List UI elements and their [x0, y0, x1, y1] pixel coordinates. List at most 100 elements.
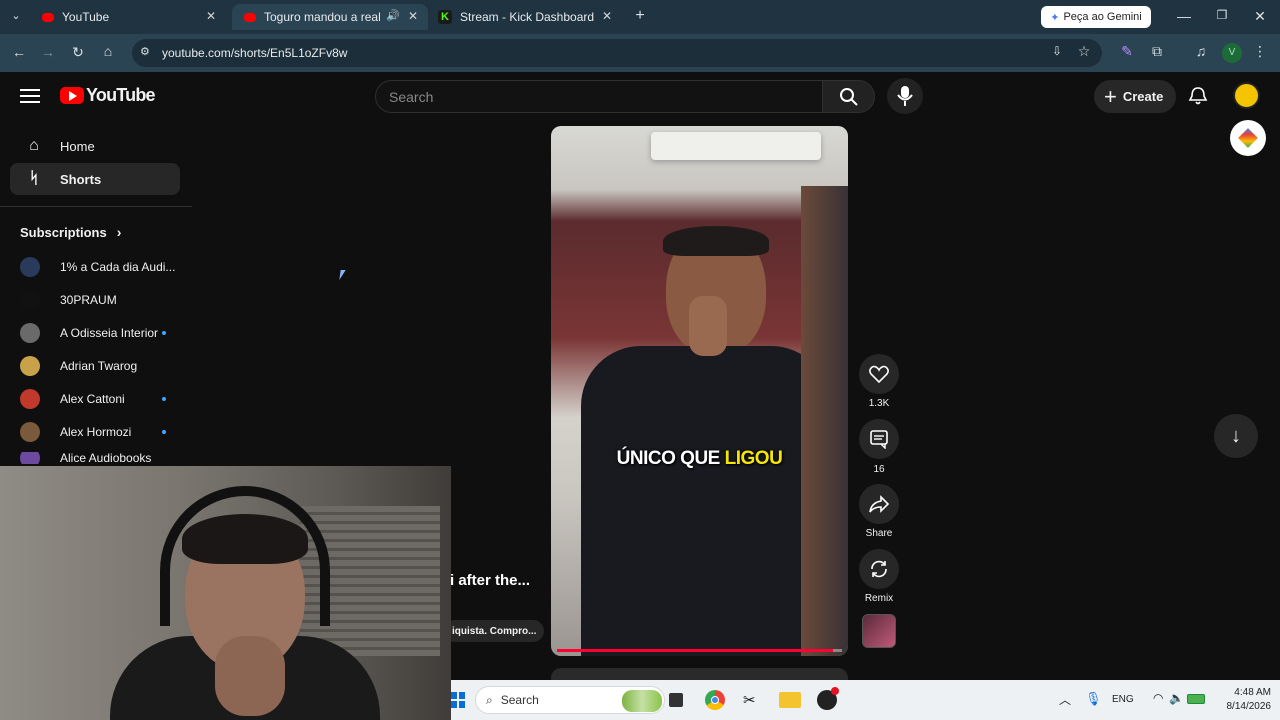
comment-icon: [870, 430, 888, 449]
tab-youtube[interactable]: YouTube ✕: [30, 4, 226, 30]
close-window-icon[interactable]: ✕: [1250, 8, 1270, 25]
search-highlight-image: [622, 690, 662, 712]
caption-yellow-text: LIGOU: [724, 448, 783, 469]
reload-icon[interactable]: ↻: [68, 44, 88, 61]
short-video-player[interactable]: ÚNICO QUE LIGOU: [551, 126, 848, 656]
plus-icon: +: [1104, 83, 1117, 109]
bookmark-star-icon[interactable]: ☆: [1074, 43, 1094, 60]
obs-icon[interactable]: [817, 687, 839, 710]
channel-avatar: [20, 290, 40, 310]
file-explorer-icon[interactable]: [779, 692, 801, 708]
subscription-item[interactable]: Alex Hormozi: [20, 419, 180, 445]
share-button[interactable]: [859, 484, 899, 524]
subscription-item[interactable]: Alex Cattoni: [20, 386, 180, 412]
close-tab-icon[interactable]: ✕: [602, 9, 612, 23]
home-button-icon[interactable]: ⌂: [98, 43, 118, 59]
search-placeholder: Search: [389, 89, 434, 105]
remix-label: Remix: [864, 593, 894, 604]
tray-microphone-icon[interactable]: 🎙: [1085, 691, 1102, 707]
search-box[interactable]: Search: [375, 80, 823, 113]
media-control-icon[interactable]: ♫: [1191, 43, 1211, 59]
start-icon[interactable]: [451, 692, 465, 708]
windows-taskbar: ⌕ Search ✂ ︿ 🎙 ENG ◠ 🔈 4:48 AM 8/14/2026: [451, 680, 1280, 720]
like-count: 1.3K: [868, 398, 890, 409]
voice-search-button[interactable]: [887, 78, 923, 114]
channel-avatar: [20, 257, 40, 277]
webcam-hand: [215, 636, 285, 716]
eyedropper-icon[interactable]: ✎: [1117, 43, 1137, 60]
like-button[interactable]: [859, 354, 899, 394]
notifications-bell-icon[interactable]: [1188, 86, 1208, 111]
tab-title: Toguro mandou a real pro: [264, 10, 384, 24]
subscription-item[interactable]: 1% a Cada dia Audi...: [20, 254, 180, 280]
clock[interactable]: 4:48 AM 8/14/2026: [1209, 686, 1272, 714]
comment-count: 16: [873, 464, 885, 475]
site-info-icon[interactable]: ⚙: [140, 45, 150, 58]
colorful-diamond-icon: [1238, 128, 1258, 148]
extensions-icon[interactable]: ⧉: [1147, 43, 1167, 60]
tray-chevron-up-icon[interactable]: ︿: [1059, 691, 1071, 708]
subscription-item[interactable]: A Odisseia Interior: [20, 320, 180, 346]
close-tab-icon[interactable]: ✕: [408, 9, 418, 23]
maximize-icon[interactable]: ❐: [1212, 8, 1232, 22]
gemini-sparkle-icon: ✦: [1050, 11, 1060, 24]
account-avatar[interactable]: [1233, 82, 1260, 109]
browser-toolbar: ← → ↻ ⌂ ⚙ youtube.com/shorts/En5L1oZFv8w…: [0, 34, 1280, 72]
video-progress-fill: [557, 649, 834, 652]
remix-icon: [871, 560, 887, 578]
tab-toguro-short[interactable]: Toguro mandou a real pro 🔊 ✕: [232, 4, 428, 30]
clock-time: 4:48 AM: [1234, 687, 1271, 698]
install-app-icon[interactable]: ⇩: [1047, 44, 1067, 58]
short-title-truncated[interactable]: i after the...: [450, 572, 530, 589]
channel-avatar: [20, 323, 40, 343]
video-progress-track[interactable]: [557, 649, 842, 652]
tab-kick-dashboard[interactable]: K Stream - Kick Dashboard ✕: [426, 4, 622, 30]
taskbar-search[interactable]: ⌕ Search: [475, 686, 665, 714]
hamburger-menu-icon[interactable]: [20, 88, 40, 104]
subscription-item[interactable]: 30PRAUM: [20, 287, 180, 313]
share-arrow-icon: [869, 495, 889, 513]
url-text: youtube.com/shorts/En5L1oZFv8w: [162, 46, 348, 60]
task-view-icon[interactable]: [669, 693, 683, 707]
create-label: Create: [1122, 89, 1164, 104]
ai-assistant-button[interactable]: [1230, 120, 1266, 156]
new-tab-icon[interactable]: +: [630, 7, 650, 25]
clock-date: 8/14/2026: [1226, 701, 1272, 712]
shorts-icon: ᛋ: [29, 170, 39, 187]
close-tab-icon[interactable]: ✕: [206, 9, 216, 23]
chevron-right-icon: ›: [116, 224, 122, 240]
chrome-icon[interactable]: [705, 690, 725, 710]
next-short-button[interactable]: ↓: [1214, 414, 1258, 458]
capcut-icon[interactable]: ✂: [743, 691, 756, 709]
tab-title: YouTube: [62, 10, 110, 24]
gemini-button[interactable]: ✦ Peça ao Gemini: [1041, 6, 1151, 28]
back-icon[interactable]: ←: [9, 44, 29, 60]
profile-avatar[interactable]: V: [1222, 43, 1242, 63]
wifi-icon[interactable]: ◠: [1153, 691, 1163, 705]
short-description-chip[interactable]: iquista. Compro...: [444, 620, 545, 642]
remix-button[interactable]: [859, 549, 899, 589]
battery-icon[interactable]: [1187, 694, 1205, 704]
youtube-logo[interactable]: YouTube: [60, 85, 156, 106]
address-bar[interactable]: ⚙ youtube.com/shorts/En5L1oZFv8w: [132, 39, 1102, 67]
youtube-play-icon: [60, 87, 84, 104]
tab-search-icon[interactable]: ⌄: [6, 9, 26, 22]
arrow-down-icon: ↓: [1231, 425, 1241, 447]
minimize-icon[interactable]: —: [1174, 8, 1194, 24]
language-indicator[interactable]: ENG: [1112, 694, 1134, 705]
speaker-icon[interactable]: 🔊: [386, 9, 400, 22]
volume-icon[interactable]: 🔈: [1169, 691, 1184, 705]
channel-name: 1% a Cada dia Audi...: [60, 260, 176, 274]
subscriptions-header[interactable]: Subscriptions ›: [20, 224, 121, 240]
subscription-item[interactable]: Alice Audiobooks: [20, 452, 180, 464]
sidebar-item-shorts[interactable]: ᛋ Shorts: [10, 163, 180, 195]
tab-title: Stream - Kick Dashboard: [460, 10, 595, 24]
comments-button[interactable]: [859, 419, 899, 459]
sidebar-item-home[interactable]: ⌂ Home: [10, 130, 180, 162]
browser-menu-icon[interactable]: ⋮: [1250, 43, 1270, 60]
forward-icon[interactable]: →: [38, 44, 58, 60]
search-button[interactable]: [822, 80, 875, 113]
create-button[interactable]: + Create: [1094, 80, 1176, 113]
audio-thumbnail[interactable]: [862, 614, 896, 648]
subscription-item[interactable]: Adrian Twarog: [20, 353, 180, 379]
